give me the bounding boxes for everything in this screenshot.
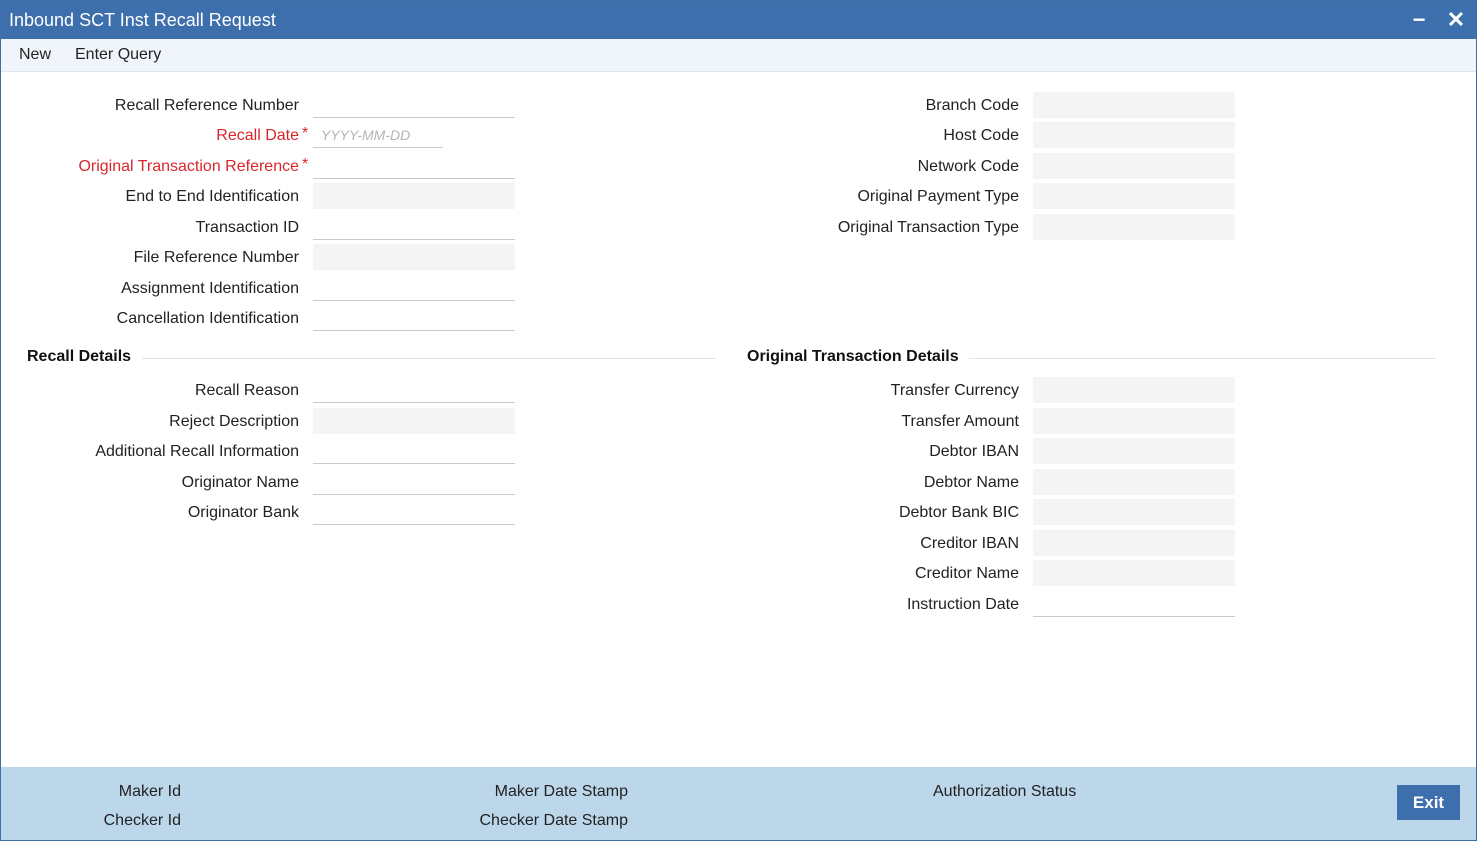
recall-reason-label: Recall Reason [194,382,299,399]
creditor-iban-field [1033,530,1235,556]
debtor-bank-bic-label: Debtor Bank BIC [898,504,1019,521]
originator-name-label: Originator Name [181,474,299,491]
transfer-amount-field [1033,408,1235,434]
recall-reference-number-label: Recall Reference Number [114,97,299,114]
menu-new[interactable]: New [19,46,51,64]
additional-recall-information-label: Additional Recall Information [95,443,299,460]
additional-recall-information-input[interactable] [313,438,515,464]
maker-id-label: Maker Id [118,783,181,800]
original-payment-type-label: Original Payment Type [857,188,1019,205]
transfer-currency-field [1033,377,1235,403]
network-code-field [1033,153,1235,179]
original-transaction-details-divider [969,358,1436,359]
debtor-iban-label: Debtor IBAN [929,443,1019,460]
maker-date-stamp-label: Maker Date Stamp [494,783,628,800]
creditor-name-label: Creditor Name [914,565,1019,582]
reject-description-label: Reject Description [169,413,299,430]
file-reference-number-label: File Reference Number [133,249,299,266]
host-code-label: Host Code [943,127,1019,144]
minimize-icon[interactable]: − [1406,7,1432,33]
original-payment-type-field [1033,183,1235,209]
checker-date-stamp-label: Checker Date Stamp [479,812,628,829]
original-transaction-reference-required-marker: * [302,156,309,173]
creditor-iban-label: Creditor IBAN [920,535,1019,552]
original-transaction-type-field [1033,214,1235,240]
debtor-iban-field [1033,438,1235,464]
cancellation-identification-input[interactable] [313,305,515,331]
reject-description-field [313,408,515,434]
recall-reference-number-input[interactable] [313,92,515,118]
transfer-amount-label: Transfer Amount [901,413,1019,430]
creditor-name-field [1033,560,1235,586]
recall-request-window: Inbound SCT Inst Recall Request − ✕ New … [0,0,1477,841]
debtor-name-label: Debtor Name [923,474,1019,491]
recall-date-input[interactable] [313,122,443,148]
original-transaction-reference-input[interactable] [313,153,515,179]
originator-bank-input[interactable] [313,499,515,525]
transaction-id-input[interactable] [313,214,515,240]
end-to-end-identification-field [313,183,515,209]
assignment-identification-input[interactable] [313,275,515,301]
recall-details-heading: Recall Details [27,348,132,365]
transfer-currency-label: Transfer Currency [890,382,1019,399]
debtor-bank-bic-field [1033,499,1235,525]
recall-details-divider [142,358,716,359]
originator-bank-label: Originator Bank [187,504,299,521]
title-bar: Inbound SCT Inst Recall Request − ✕ [1,1,1476,39]
instruction-date-label: Instruction Date [906,596,1019,613]
audit-footer [1,767,1476,840]
debtor-name-field [1033,469,1235,495]
original-transaction-type-label: Original Transaction Type [837,219,1019,236]
authorization-status-label: Authorization Status [933,783,1077,800]
branch-code-label: Branch Code [925,97,1019,114]
host-code-field [1033,122,1235,148]
file-reference-number-field [313,244,515,270]
exit-button[interactable]: Exit [1397,785,1460,820]
original-transaction-details-heading: Original Transaction Details [747,348,959,365]
instruction-date-input[interactable] [1033,591,1235,617]
branch-code-field [1033,92,1235,118]
recall-date-label: Recall Date [216,127,299,144]
window-title: Inbound SCT Inst Recall Request [9,10,276,30]
cancellation-identification-label: Cancellation Identification [116,310,299,327]
end-to-end-identification-label: End to End Identification [125,188,299,205]
recall-date-required-marker: * [302,125,309,142]
checker-id-label: Checker Id [103,812,181,829]
assignment-identification-label: Assignment Identification [121,280,299,297]
menu-bar: New Enter Query [1,39,1476,72]
close-icon[interactable]: ✕ [1443,7,1469,33]
originator-name-input[interactable] [313,469,515,495]
menu-enter-query[interactable]: Enter Query [75,46,161,64]
original-transaction-reference-label: Original Transaction Reference [78,158,299,175]
network-code-label: Network Code [917,158,1019,175]
transaction-id-label: Transaction ID [195,219,299,236]
recall-reason-input[interactable] [313,377,515,403]
